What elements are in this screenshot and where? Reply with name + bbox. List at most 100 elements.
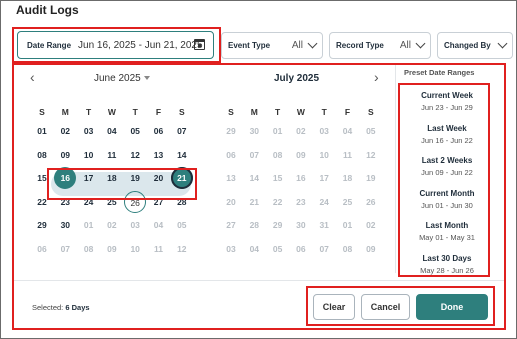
calendar-day: 05	[272, 244, 283, 254]
preset-name: Last Week	[427, 123, 467, 133]
preset-dates: Jun 23 - Jun 29	[421, 103, 473, 112]
calendar-day: 03	[130, 220, 140, 231]
calendar-day: 03	[319, 126, 329, 136]
calendar-day: 07	[249, 149, 260, 160]
calendar-day: 14	[249, 173, 260, 184]
calendar-day: 25	[342, 196, 353, 207]
calendar-day: 08	[342, 244, 353, 254]
calendar-day[interactable]: 21	[170, 167, 193, 190]
calendar-day[interactable]: 11	[101, 144, 123, 166]
date-range-value: Jun 16, 2025 - Jun 21, 2025	[78, 39, 203, 51]
calendar-day: 16	[296, 173, 306, 184]
preset-heading: Preset Date Ranges	[404, 68, 475, 77]
calendar-day: 26	[366, 196, 376, 207]
calendar-day: 07	[60, 244, 71, 254]
calendar-day: 24	[319, 196, 329, 207]
preset-dates: May 28 - Jun 26	[420, 265, 474, 275]
calendar-day: 04	[249, 244, 260, 254]
prev-month-button[interactable]: ‹	[30, 69, 35, 85]
calendar-day[interactable]: 17	[78, 167, 100, 189]
preset-name: Current Month	[419, 188, 475, 198]
done-button[interactable]: Done	[416, 294, 488, 320]
calendar-day[interactable]: 20	[148, 167, 170, 189]
calendar-day[interactable]: 15	[31, 167, 53, 189]
cancel-button[interactable]: Cancel	[361, 294, 410, 320]
calendar-day: 29	[272, 220, 283, 231]
calendar-day: 17	[319, 173, 329, 184]
calendar-day[interactable]: 19	[124, 167, 146, 189]
preset-item[interactable]: Current Week Jun 23 - Jun 29	[398, 91, 496, 112]
next-month-button[interactable]: ›	[374, 69, 379, 85]
calendar-day[interactable]: 13	[148, 144, 170, 166]
calendar-day[interactable]: 06	[148, 120, 170, 142]
calendar-day[interactable]: 01	[31, 120, 53, 142]
calendar-day[interactable]: 10	[78, 144, 100, 166]
calendar-day: 11	[154, 244, 163, 254]
preset-name: Last 30 Days	[422, 253, 472, 263]
record-type-select[interactable]: Record Type All	[329, 32, 431, 59]
calendar-day: 30	[249, 126, 260, 136]
calendar-day: 20	[226, 196, 236, 207]
preset-dates: May 01 - May 31	[419, 233, 475, 242]
record-type-value: All	[399, 40, 411, 51]
calendar-day: 06	[37, 244, 47, 254]
calendar-day: 15	[272, 173, 283, 184]
date-range-field[interactable]: Date Range Jun 16, 2025 - Jun 21, 2025	[17, 31, 214, 59]
calendar-day[interactable]: 28	[171, 191, 193, 213]
calendar-day[interactable]: 03	[78, 120, 100, 142]
calendar-day: 03	[226, 244, 236, 254]
calendar-day: 29	[226, 126, 236, 136]
calendar-day[interactable]: 25	[101, 191, 123, 213]
left-month-title[interactable]: June 2025	[94, 73, 150, 84]
calendar-day[interactable]: 27	[148, 191, 170, 213]
event-type-value: All	[291, 40, 303, 51]
calendar-day: 21	[249, 196, 260, 207]
calendar-day: 12	[366, 149, 376, 160]
calendar-day[interactable]: 02	[54, 120, 76, 142]
calendar-day: 11	[343, 149, 352, 160]
calendar-day: 05	[177, 220, 187, 231]
calendar-day: 08	[83, 244, 94, 254]
calendar-day: 30	[296, 220, 306, 231]
changed-by-select[interactable]: Changed By	[437, 32, 513, 59]
calendar-day[interactable]: 14	[171, 144, 193, 166]
calendar-day[interactable]: 30	[54, 214, 76, 236]
calendar-day[interactable]: 24	[78, 191, 100, 213]
calendar-day[interactable]: 22	[31, 191, 53, 213]
calendar-day[interactable]: 18	[101, 167, 123, 189]
preset-item[interactable]: Current Month Jun 01 - Jun 30	[398, 189, 496, 210]
preset-item[interactable]: Last Month May 01 - May 31	[398, 221, 496, 242]
calendar-day[interactable]: 12	[124, 144, 146, 166]
calendar-day: 12	[177, 244, 187, 254]
calendar-day: 28	[249, 220, 260, 231]
event-type-select[interactable]: Event Type All	[221, 32, 323, 59]
preset-dates: Jun 01 - Jun 30	[421, 200, 473, 210]
calendar-day: 23	[296, 196, 306, 207]
calendar-day: 18	[342, 173, 353, 184]
calendar-day: 19	[366, 173, 376, 184]
divider	[12, 280, 506, 281]
calendar-day[interactable]: 05	[124, 120, 146, 142]
preset-item[interactable]: Last 2 Weeks Jun 09 - Jun 22	[398, 156, 496, 177]
calendar-day: 10	[130, 244, 140, 254]
calendar-day[interactable]: 29	[31, 214, 53, 236]
calendar-day: 13	[226, 173, 236, 184]
date-range-picker: ‹ June 2025 July 2025 › S M T W T F S 01 02 03 04 0…	[12, 63, 506, 330]
calendar-day: 31	[319, 220, 329, 231]
calendar-day[interactable]: 04	[101, 120, 123, 142]
calendar-day[interactable]: 08	[31, 144, 53, 166]
preset-item[interactable]: Last Week Jun 16 - Jun 22	[398, 124, 496, 145]
calendar-day[interactable]: 23	[54, 191, 76, 213]
calendar-day[interactable]: 26	[124, 190, 147, 213]
preset-dates: Jun 16 - Jun 22	[421, 135, 473, 145]
preset-item[interactable]: Last 30 Days May 28 - Jun 26	[398, 254, 496, 275]
calendar-icon[interactable]	[194, 39, 205, 50]
clear-button[interactable]: Clear	[313, 294, 355, 320]
calendar-day[interactable]: 09	[54, 144, 76, 166]
preset-name: Current Week	[421, 91, 473, 100]
page-title: Audit Logs	[16, 3, 79, 17]
calendar-day: 10	[319, 149, 329, 160]
calendar-day[interactable]: 07	[171, 120, 193, 142]
calendar-day: 06	[296, 244, 306, 254]
selected-summary: Selected: 6 Days	[32, 303, 90, 312]
